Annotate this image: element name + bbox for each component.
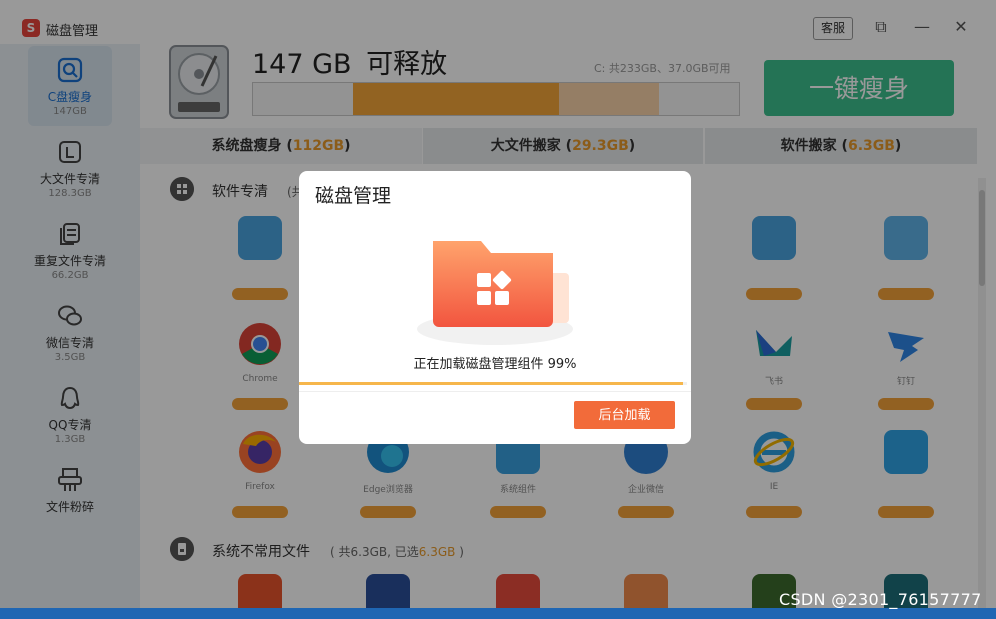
background-load-button[interactable]: 后台加载 bbox=[574, 401, 675, 429]
loading-progress-bar bbox=[299, 382, 687, 385]
dialog-title: 磁盘管理 bbox=[315, 185, 392, 207]
dialog-divider bbox=[299, 391, 691, 392]
folder-illustration-icon bbox=[417, 241, 573, 345]
csdn-watermark: CSDN @2301_76157777 bbox=[779, 590, 982, 609]
disk-manager-window: S 磁盘管理 客服 ⧉ — ✕ C盘瘦身 147GB 大文件专清 128.3GB… bbox=[0, 0, 996, 608]
loading-dialog: 磁盘管理 正在加载磁盘管理组件 99% 后台加载 bbox=[299, 171, 691, 444]
desktop-strip bbox=[0, 608, 996, 619]
loading-progress-fill bbox=[299, 382, 684, 385]
loading-status-text: 正在加载磁盘管理组件 99% bbox=[413, 357, 577, 372]
